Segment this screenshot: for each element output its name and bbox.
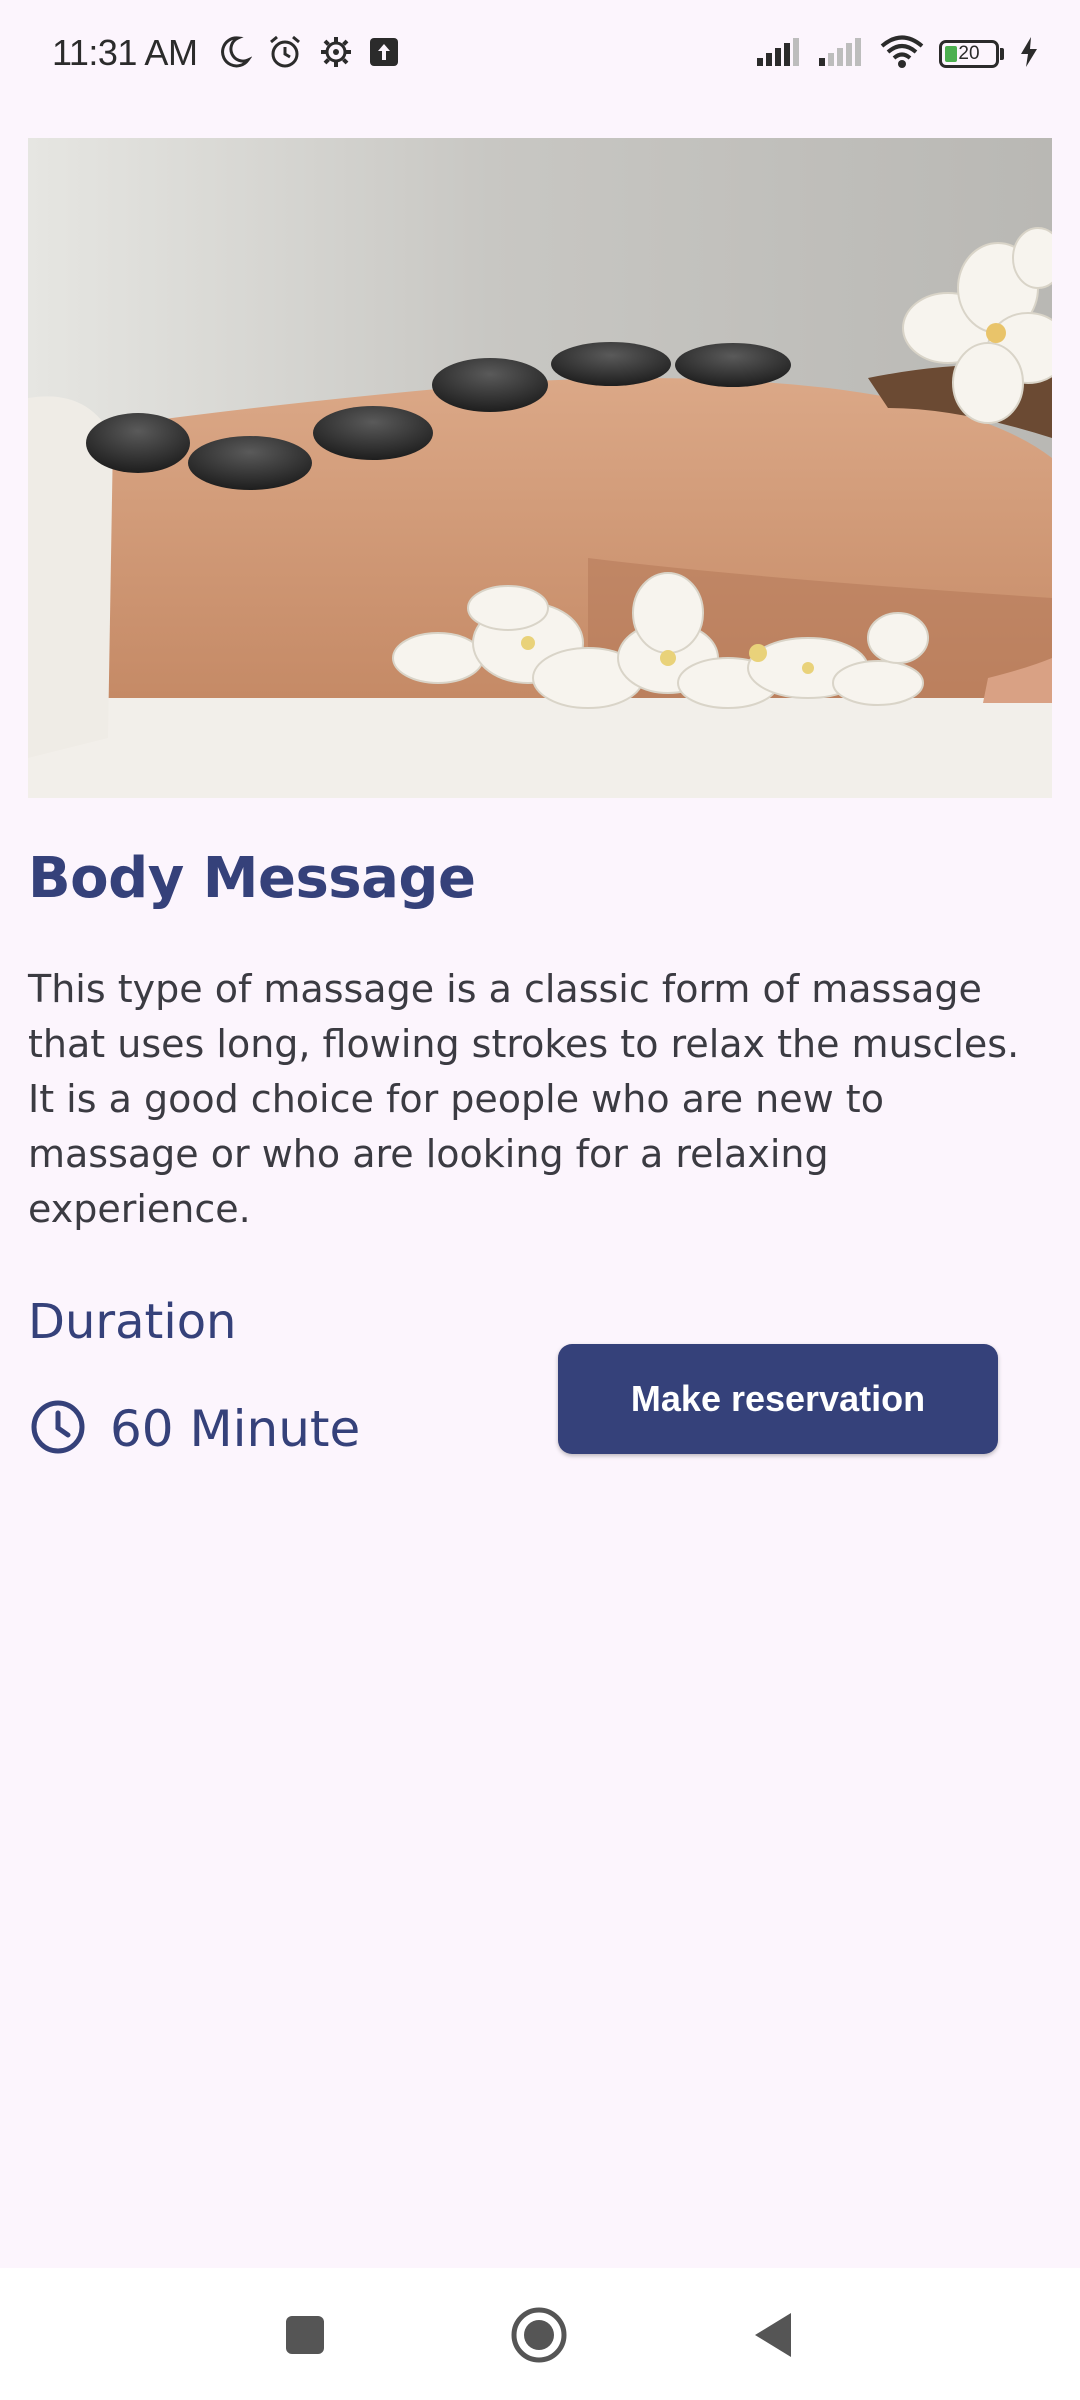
navigation-bar xyxy=(0,2268,1080,2400)
status-icons-right: 20 xyxy=(755,30,1040,78)
signal-icon xyxy=(817,36,865,72)
service-title: Body Message xyxy=(28,846,476,911)
clock-icon xyxy=(28,1397,88,1461)
back-triangle-icon[interactable] xyxy=(728,2290,818,2380)
duration-value: 60 Minute xyxy=(110,1400,361,1458)
battery-level: 20 xyxy=(958,43,980,64)
make-reservation-button[interactable]: Make reservation xyxy=(558,1344,998,1454)
status-time: 11:31 AM xyxy=(52,32,198,73)
battery-icon: 20 xyxy=(939,40,1004,68)
recents-square-icon[interactable] xyxy=(260,2290,350,2380)
battery-indicator: 20 xyxy=(939,40,999,68)
moon-icon xyxy=(216,34,253,74)
upload-icon xyxy=(368,36,400,72)
status-bar: 11:31 AM 20 xyxy=(0,0,1080,110)
alarm-icon xyxy=(266,33,304,75)
duration-label: Duration xyxy=(28,1294,237,1350)
home-circle-icon[interactable] xyxy=(494,2290,584,2380)
wifi-icon xyxy=(879,35,925,73)
settings-gear-icon xyxy=(318,34,354,74)
signal-icon xyxy=(755,36,803,72)
duration-row: 60 Minute xyxy=(28,1394,360,1464)
status-icons-left xyxy=(216,30,400,78)
charging-icon xyxy=(1018,35,1040,73)
service-description: This type of massage is a classic form o… xyxy=(28,967,1020,1231)
massage-hero-image xyxy=(28,138,1052,798)
